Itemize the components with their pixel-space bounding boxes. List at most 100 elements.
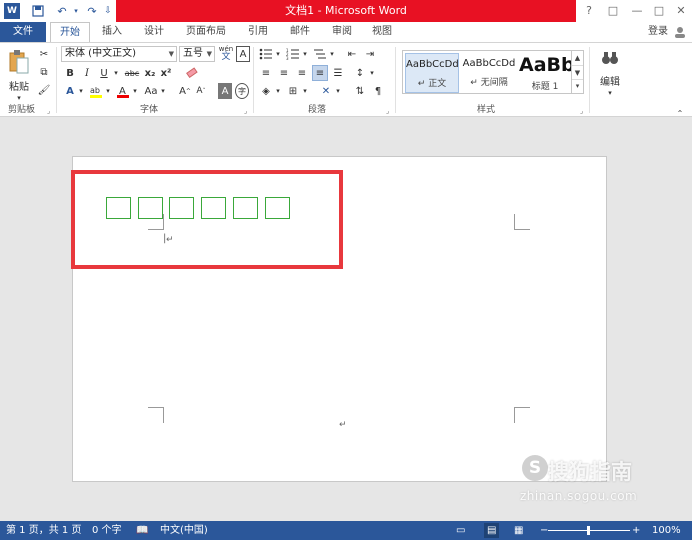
clipboard-launcher-icon[interactable]: ⌟ [47,107,50,115]
text-effects-button[interactable]: A [63,83,77,99]
superscript-button[interactable]: x² [159,65,173,81]
tab-review[interactable]: 审阅 [324,22,360,42]
text-effects-dropdown-icon[interactable]: ▾ [77,83,85,99]
clear-formatting-icon[interactable] [184,63,200,79]
change-case-dropdown-icon[interactable]: ▾ [159,83,167,99]
maximize-button[interactable]: □ [650,2,668,20]
tab-mailings[interactable]: 邮件 [282,22,318,42]
font-size-combo[interactable]: 五号 ▼ [179,46,215,62]
tab-references[interactable]: 引用 [240,22,276,42]
bold-button[interactable]: B [63,65,77,81]
gallery-up-icon[interactable]: ▲ [572,51,583,65]
help-button[interactable]: ? [580,2,598,20]
highlight-color-icon[interactable]: ab [88,83,104,99]
bullets-dropdown-icon[interactable]: ▾ [274,46,282,62]
close-button[interactable]: ✕ [672,2,690,20]
style-no-spacing[interactable]: AaBbCcDd ↵ 无间隔 [461,53,517,93]
highlight-dropdown-icon[interactable]: ▾ [104,83,112,99]
minimize-button[interactable]: — [628,2,646,20]
enclose-characters-button[interactable]: 字 [235,83,249,99]
numbering-dropdown-icon[interactable]: ▾ [301,46,309,62]
zoom-slider-thumb[interactable] [587,526,590,535]
proofing-icon[interactable]: 📖 [136,521,148,540]
align-center-icon[interactable]: ≡ [276,65,292,81]
tab-design[interactable]: 设计 [136,22,172,42]
subscript-button[interactable]: x₂ [143,65,157,81]
decrease-indent-icon[interactable]: ⇤ [344,46,360,62]
page-count[interactable]: 第 1 页，共 1 页 [6,521,81,540]
multilevel-list-icon[interactable] [312,46,328,62]
shading-dropdown-icon[interactable]: ▾ [274,83,282,99]
sign-in-link[interactable]: 登录 [648,22,668,42]
character-shading-button[interactable]: A [218,83,232,99]
paste-icon[interactable] [6,47,32,77]
shrink-font-button[interactable]: Aˇ [194,83,208,99]
print-layout-icon[interactable]: ▤ [484,523,500,538]
grow-font-button[interactable]: A ^ [178,83,192,99]
sort-icon[interactable]: ⇅ [352,83,368,99]
numbering-icon[interactable]: 123 [285,46,301,62]
editing-dropdown-icon[interactable]: ▾ [604,85,616,101]
undo-dropdown-icon[interactable]: ▾ [68,3,84,19]
borders-icon[interactable]: ⊞ [285,83,301,99]
language-indicator[interactable]: 中文(中国) [160,521,208,540]
web-layout-icon[interactable]: ▦ [514,521,523,540]
style-heading-1-name: 标题 1 [531,82,559,92]
phonetic-guide-button[interactable]: wén 文 [218,45,234,62]
customize-quick-access-icon[interactable]: ⇩ [100,3,116,19]
multilevel-dropdown-icon[interactable]: ▾ [328,46,336,62]
increase-indent-icon[interactable]: ⇥ [362,46,378,62]
borders-dropdown-icon[interactable]: ▾ [301,83,309,99]
strikethrough-button[interactable]: abc [123,65,141,81]
word-count[interactable]: 0 个字 [92,521,122,540]
user-icon[interactable] [674,26,686,38]
show-marks-icon[interactable]: ¶ [370,83,386,99]
change-case-button[interactable]: Aa [143,83,159,99]
word-app-icon[interactable]: W [4,3,20,19]
styles-launcher-icon[interactable]: ⌟ [580,107,583,115]
chinese-layout-dropdown-icon[interactable]: ▾ [334,83,342,99]
line-spacing-dropdown-icon[interactable]: ▾ [368,65,376,81]
tab-file[interactable]: 文件 [0,22,46,42]
gallery-more-icon[interactable]: ▾ [572,79,583,91]
align-right-icon[interactable]: ≡ [294,65,310,81]
cut-icon[interactable]: ✂ [36,46,52,62]
underline-button[interactable]: U [97,65,111,81]
justify-icon[interactable]: ≡ [312,65,328,81]
tab-view[interactable]: 视图 [364,22,400,42]
save-icon[interactable] [30,3,46,19]
zoom-level[interactable]: 100% [652,521,681,540]
style-normal[interactable]: AaBbCcDd ↵ 正文 [405,53,459,93]
shading-icon[interactable]: ◈ [258,83,274,99]
format-painter-icon[interactable]: 🖌 [36,82,52,98]
group-separator [589,47,590,113]
read-mode-icon[interactable]: ▭ [456,521,465,540]
chinese-layout-icon[interactable]: ✕ [318,83,334,99]
font-color-icon[interactable]: A [115,83,131,99]
italic-button[interactable]: I [80,65,94,81]
redo-icon[interactable]: ↷ [84,3,100,19]
style-heading-1[interactable]: AaBb 标题 1 [519,53,571,93]
font-name-combo[interactable]: 宋体 (中文正文) ▼ [61,46,177,62]
underline-dropdown-icon[interactable]: ▾ [111,65,121,81]
paragraph-launcher-icon[interactable]: ⌟ [386,107,389,115]
char-border-button[interactable]: A [236,46,250,62]
copy-icon[interactable]: ⧉ [36,64,52,80]
font-launcher-icon[interactable]: ⌟ [244,107,247,115]
chevron-down-icon: ▼ [206,50,212,58]
align-left-icon[interactable]: ≡ [258,65,274,81]
find-binoculars-icon[interactable] [598,47,622,69]
tab-insert[interactable]: 插入 [94,22,130,42]
gallery-down-icon[interactable]: ▼ [572,65,583,79]
title-bar: W ↶ ▾ ↷ ⇩ 文档1 - Microsoft Word ? □ — □ ✕ [0,0,692,22]
line-spacing-icon[interactable]: ↕ [352,65,368,81]
tab-page-layout[interactable]: 页面布局 [178,22,234,42]
style-normal-sample: AaBbCcDd [406,59,459,70]
tab-home[interactable]: 开始 [50,22,90,43]
distributed-icon[interactable]: ☰ [330,65,346,81]
ribbon-display-options-button[interactable]: □ [604,2,622,20]
font-color-dropdown-icon[interactable]: ▾ [131,83,139,99]
group-separator [56,47,57,113]
bullets-icon[interactable] [258,46,274,62]
zoom-in-icon[interactable]: + [632,521,640,540]
